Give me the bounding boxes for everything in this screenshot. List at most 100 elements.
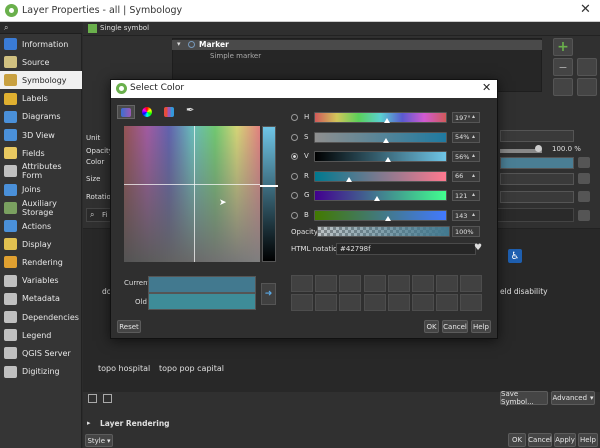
- swatch-cell[interactable]: [291, 294, 313, 311]
- swatch-cell[interactable]: [460, 294, 483, 311]
- dialog-cancel-button[interactable]: Cancel: [442, 320, 468, 333]
- sidebar-item-3d-view[interactable]: 3D View: [0, 126, 82, 144]
- layer-rendering-header[interactable]: Layer Rendering: [100, 419, 170, 428]
- opacity-value[interactable]: 100.0 %: [552, 145, 581, 153]
- sidebar-item-actions[interactable]: Actions: [0, 217, 82, 235]
- sidebar-item-information[interactable]: Information: [0, 35, 82, 53]
- lock-layer-button[interactable]: [553, 78, 573, 96]
- sidebar-item-variables[interactable]: Variables: [0, 272, 82, 290]
- grid-view-icon[interactable]: [88, 394, 97, 403]
- html-notation-input[interactable]: #42798f: [336, 243, 476, 255]
- spin-arrows-icon[interactable]: ▴: [472, 191, 475, 198]
- channel-radio-s[interactable]: [291, 133, 298, 141]
- channel-slider-g[interactable]: [314, 190, 447, 202]
- channel-slider-thumb[interactable]: [382, 137, 389, 143]
- channel-radio-b[interactable]: [291, 212, 298, 219]
- sidebar-item-digitizing[interactable]: Digitizing: [0, 363, 82, 381]
- swatches-icon[interactable]: [164, 107, 174, 117]
- data-defined-icon[interactable]: [578, 157, 590, 168]
- sidebar-item-legend[interactable]: Legend: [0, 326, 82, 344]
- swatch-cell[interactable]: [291, 275, 313, 292]
- list-view-icon[interactable]: [103, 394, 112, 403]
- sidebar-search[interactable]: ⌕: [0, 22, 82, 34]
- channel-radio-h[interactable]: [291, 114, 298, 121]
- sidebar-item-diagrams[interactable]: Diagrams: [0, 108, 82, 126]
- swatch-cell[interactable]: [339, 294, 362, 311]
- sidebar-item-source[interactable]: Source: [0, 53, 82, 71]
- swatch-cell[interactable]: [363, 275, 386, 292]
- collapse-arrow-icon[interactable]: ▸: [87, 419, 91, 427]
- ok-button[interactable]: OK: [508, 433, 526, 447]
- swatch-cell[interactable]: [436, 294, 459, 311]
- sidebar-item-attributes-form[interactable]: Attributes Form: [0, 162, 82, 180]
- swatch-cell[interactable]: [339, 275, 362, 292]
- eyedropper-icon[interactable]: ✒: [186, 105, 194, 116]
- swatch-cell[interactable]: [412, 275, 434, 292]
- save-symbol-button[interactable]: Save Symbol...: [500, 390, 548, 406]
- color-button[interactable]: [500, 157, 574, 169]
- channel-radio-v[interactable]: [291, 153, 298, 161]
- channel-slider-thumb[interactable]: [385, 216, 392, 221]
- sidebar-item-labels[interactable]: Labels: [0, 90, 82, 108]
- window-close-icon[interactable]: ✕: [580, 2, 591, 17]
- advanced-button[interactable]: Advanced ▾: [551, 391, 595, 405]
- add-layer-button[interactable]: +: [553, 38, 573, 56]
- unit-select[interactable]: [500, 130, 574, 142]
- move-up-button[interactable]: [577, 78, 597, 96]
- channel-slider-thumb[interactable]: [345, 176, 352, 182]
- channel-slider-thumb[interactable]: [385, 157, 392, 163]
- swatch-cell[interactable]: [412, 294, 434, 311]
- sidebar-item-joins[interactable]: Joins: [0, 181, 82, 199]
- dialog-help-button[interactable]: Help: [471, 320, 491, 333]
- swatch-cell[interactable]: [387, 275, 410, 292]
- old-color-swatch[interactable]: [148, 293, 256, 310]
- dialog-ok-button[interactable]: OK: [424, 320, 439, 333]
- channel-slider-r[interactable]: [314, 170, 447, 182]
- swatch-cell[interactable]: [436, 275, 459, 292]
- dialog-close-icon[interactable]: ✕: [482, 81, 491, 94]
- channel-spinbox-h[interactable]: 197°: [452, 112, 480, 123]
- channel-slider-s[interactable]: [314, 131, 447, 143]
- spin-arrows-icon[interactable]: ▴: [472, 211, 475, 218]
- channel-radio-g[interactable]: [291, 192, 298, 200]
- channel-spinbox-g[interactable]: 121: [452, 190, 480, 202]
- channel-radio-r[interactable]: [291, 172, 298, 180]
- value-bar-marker[interactable]: [260, 185, 278, 187]
- color-wheel-icon[interactable]: [142, 107, 152, 117]
- swatch-cell[interactable]: [315, 275, 338, 292]
- channel-slider-thumb[interactable]: [384, 118, 391, 123]
- swatch-cell[interactable]: [315, 294, 338, 311]
- spin-arrows-icon[interactable]: ▴: [472, 133, 475, 140]
- sidebar-item-symbology[interactable]: Symbology: [0, 71, 82, 90]
- value-bar[interactable]: [262, 126, 276, 262]
- reset-button[interactable]: Reset: [117, 320, 141, 333]
- opacity-spinbox[interactable]: 100%: [452, 226, 480, 237]
- swatch-cell[interactable]: [387, 294, 410, 311]
- remove-layer-button[interactable]: −: [553, 58, 573, 76]
- channel-slider-b[interactable]: [314, 210, 447, 221]
- channel-spinbox-b[interactable]: 143: [452, 210, 480, 221]
- tab-color-ramp[interactable]: [117, 105, 135, 119]
- disability-symbol-icon[interactable]: ♿: [508, 249, 522, 263]
- data-defined-icon[interactable]: [578, 173, 590, 184]
- swatch-cell[interactable]: [363, 294, 386, 311]
- channel-slider-v[interactable]: [314, 151, 447, 163]
- filter-settings-icon[interactable]: [578, 210, 590, 221]
- spin-arrows-icon[interactable]: ▴: [472, 152, 475, 159]
- sidebar-item-qgis-server[interactable]: QGIS Server: [0, 344, 82, 362]
- color-to-swatch-button[interactable]: ➜: [261, 283, 276, 305]
- sidebar-item-dependencies[interactable]: Dependencies: [0, 308, 82, 326]
- duplicate-layer-button[interactable]: [577, 58, 597, 76]
- channel-spinbox-s[interactable]: 54%: [452, 131, 480, 143]
- heart-icon[interactable]: ♥: [474, 243, 482, 253]
- cancel-button[interactable]: Cancel: [528, 433, 552, 447]
- opacity-slider-handle[interactable]: [535, 145, 542, 152]
- swatch-cell[interactable]: [460, 275, 483, 292]
- symbol-name-pop-capital[interactable]: topo pop capital: [159, 364, 224, 373]
- opacity-slider[interactable]: [317, 226, 450, 237]
- sidebar-item-rendering[interactable]: Rendering: [0, 253, 82, 271]
- spin-arrows-icon[interactable]: ▴: [472, 172, 475, 179]
- symbol-name-hospital[interactable]: topo hospital: [98, 364, 150, 373]
- help-button[interactable]: Help: [578, 433, 598, 447]
- data-defined-icon[interactable]: [578, 191, 590, 202]
